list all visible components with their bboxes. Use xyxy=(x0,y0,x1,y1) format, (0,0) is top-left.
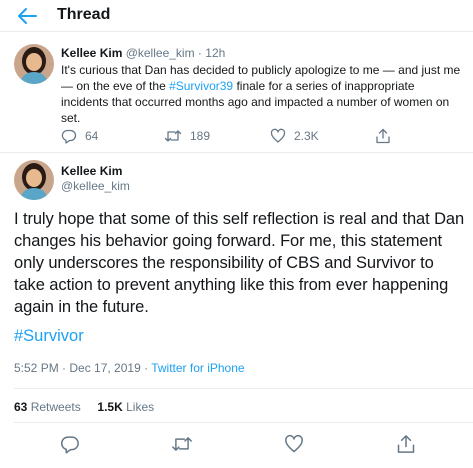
reply-icon[interactable] xyxy=(60,434,80,454)
tweet-text: It's curious that Dan has decided to pub… xyxy=(61,62,463,126)
retweet-icon[interactable] xyxy=(171,434,193,454)
tweet-source-link[interactable]: Twitter for iPhone xyxy=(151,361,244,375)
share-button[interactable] xyxy=(375,128,391,144)
like-count: 2.3K xyxy=(294,129,319,143)
reply-icon xyxy=(61,128,77,144)
tweet-meta: 5:52 PM · Dec 17, 2019 · Twitter for iPh… xyxy=(14,361,245,375)
avatar[interactable] xyxy=(14,160,54,200)
author-handle[interactable]: @kellee_kim xyxy=(61,179,130,193)
retweet-button[interactable]: 189 xyxy=(164,128,210,144)
tweet-text: I truly hope that some of this self refl… xyxy=(14,210,465,316)
heart-icon xyxy=(270,128,286,144)
retweet-count: 189 xyxy=(190,129,211,143)
likes-stat[interactable]: 1.5K Likes xyxy=(97,400,154,414)
author-handle[interactable]: @kellee_kim xyxy=(126,46,195,60)
tweet-stats: 63 Retweets 1.5K Likes xyxy=(14,400,154,414)
retweets-stat[interactable]: 63 Retweets xyxy=(14,400,81,414)
retweet-icon xyxy=(164,128,182,144)
author-name[interactable]: Kellee Kim xyxy=(61,164,122,178)
heart-icon[interactable] xyxy=(284,434,304,454)
divider xyxy=(14,388,473,389)
separator: · xyxy=(197,46,202,60)
tweet-header: Kellee Kim @kellee_kim · 12h xyxy=(61,46,225,60)
tweet-time[interactable]: 12h xyxy=(205,46,225,60)
page-title: Thread xyxy=(57,6,111,23)
hashtag-link[interactable]: #Survivor39 xyxy=(169,79,233,93)
reply-count: 64 xyxy=(85,129,99,143)
divider xyxy=(14,422,473,423)
author-name[interactable]: Kellee Kim xyxy=(61,46,122,60)
retweets-label: Retweets xyxy=(30,400,81,414)
avatar[interactable] xyxy=(14,44,54,84)
share-icon[interactable] xyxy=(396,434,416,454)
share-icon xyxy=(375,128,391,144)
hashtag-link[interactable]: #Survivor xyxy=(14,327,84,346)
divider xyxy=(0,152,473,153)
tweet-timestamp[interactable]: 5:52 PM · Dec 17, 2019 · xyxy=(14,361,151,375)
reply-button[interactable]: 64 xyxy=(61,128,98,144)
tweet-actions xyxy=(0,434,473,458)
like-button[interactable]: 2.3K xyxy=(270,128,319,144)
tweet-actions: 64 189 2.3K xyxy=(61,128,463,146)
likes-count: 1.5K xyxy=(97,400,123,414)
thread-header: Thread xyxy=(0,0,473,32)
retweets-count: 63 xyxy=(14,400,28,414)
back-arrow-icon[interactable] xyxy=(16,6,38,26)
likes-label: Likes xyxy=(126,400,155,414)
